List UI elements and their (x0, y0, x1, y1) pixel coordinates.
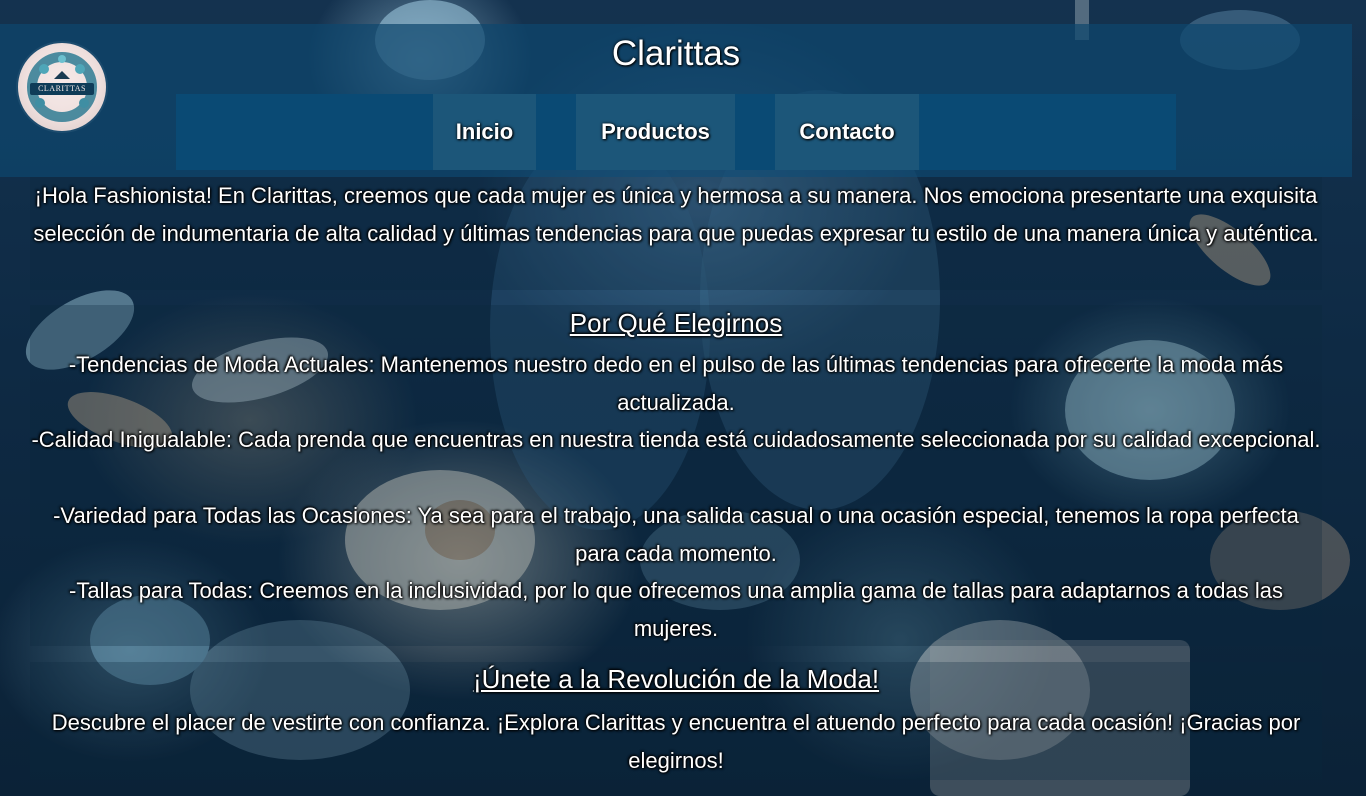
logo-text: CLARITTAS (30, 83, 94, 95)
nav-link-inicio[interactable]: Inicio (433, 94, 536, 170)
intro-text: ¡Hola Fashionista! En Clarittas, creemos… (33, 183, 1319, 246)
why-item-tendencias: -Tendencias de Moda Actuales: Mantenemos… (68, 352, 1284, 415)
why-item-variedad: -Variedad para Todas las Ocasiones: Ya s… (53, 503, 1299, 566)
site-header: CLARITTAS Clarittas Inicio Productos Con… (0, 24, 1352, 177)
site-title: Clarittas (611, 34, 741, 73)
why-item-tallas: -Tallas para Todas: Creemos en la inclus… (69, 578, 1283, 641)
join-heading: ¡Únete a la Revolución de la Moda! (472, 664, 880, 694)
why-item-calidad: -Calidad Inigualable: Cada prenda que en… (31, 427, 1321, 452)
join-text: Descubre el placer de vestirte con confi… (51, 710, 1301, 773)
main-nav: Inicio Productos Contacto (176, 94, 1176, 170)
why-heading: Por Qué Elegirnos (569, 308, 783, 338)
nav-link-contacto[interactable]: Contacto (775, 94, 919, 170)
nav-link-productos[interactable]: Productos (576, 94, 735, 170)
